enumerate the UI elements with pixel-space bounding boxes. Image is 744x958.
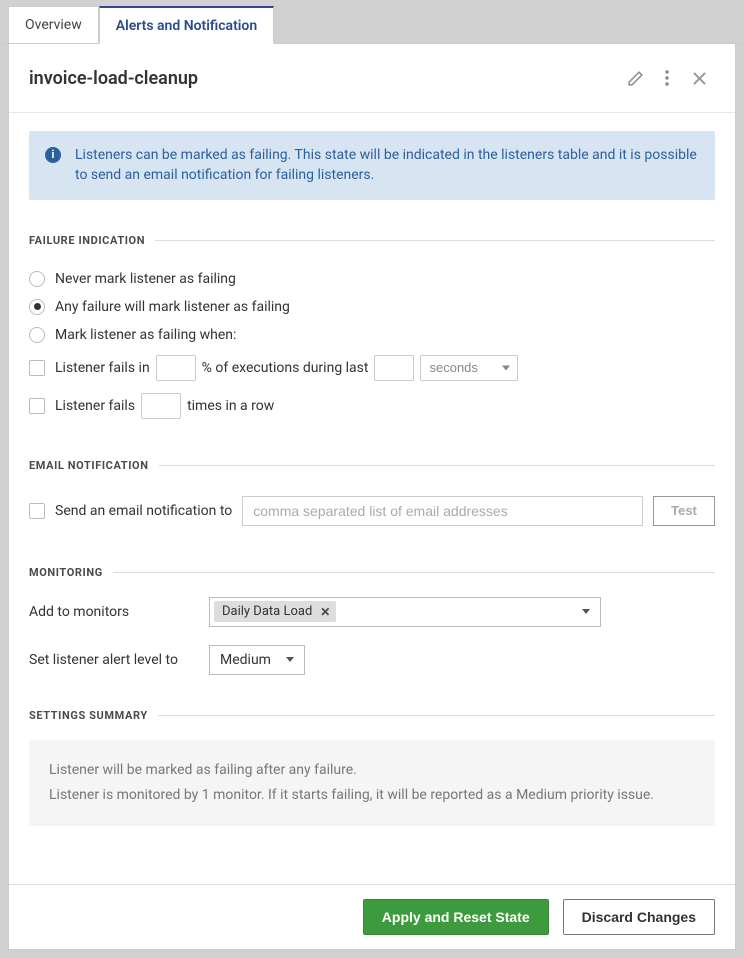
radio-never-failing[interactable] — [29, 271, 45, 287]
radio-any-failure[interactable] — [29, 299, 45, 315]
monitor-chip-label: Daily Data Load — [222, 604, 312, 619]
info-banner-text: Listeners can be marked as failing. This… — [75, 145, 699, 186]
add-monitors-label: Add to monitors — [29, 604, 201, 620]
monitor-chip: Daily Data Load ✕ — [214, 601, 336, 622]
page-title: invoice-load-cleanup — [29, 68, 619, 89]
footer: Apply and Reset State Discard Changes — [9, 884, 735, 949]
fails-row-suffix: times in a row — [187, 398, 274, 414]
edit-icon[interactable] — [619, 62, 651, 94]
radio-never-label: Never mark listener as failing — [55, 271, 236, 287]
page-header: invoice-load-cleanup — [9, 44, 735, 113]
fails-percent-mid: % of executions during last — [202, 360, 369, 376]
checkbox-send-email[interactable] — [29, 503, 45, 519]
more-icon[interactable] — [651, 62, 683, 94]
fails-percent-input[interactable] — [156, 355, 196, 381]
checkbox-fails-percent[interactable] — [29, 360, 45, 376]
apply-reset-button[interactable]: Apply and Reset State — [363, 899, 549, 935]
alert-level-label: Set listener alert level to — [29, 652, 201, 668]
tab-overview[interactable]: Overview — [8, 6, 99, 43]
tabs-bar: Overview Alerts and Notification — [0, 0, 744, 44]
section-summary-title: SETTINGS SUMMARY — [29, 709, 148, 722]
fails-duration-input[interactable] — [374, 355, 414, 381]
info-icon: i — [45, 147, 61, 163]
discard-changes-button[interactable]: Discard Changes — [563, 899, 715, 935]
section-monitoring-title: MONITORING — [29, 566, 103, 579]
divider — [113, 572, 715, 573]
close-icon[interactable] — [683, 62, 715, 94]
fails-row-count-input[interactable] — [141, 393, 181, 419]
fails-percent-prefix: Listener fails in — [55, 360, 150, 376]
alert-level-value: Medium — [220, 652, 271, 668]
section-email-title: EMAIL NOTIFICATION — [29, 459, 149, 472]
settings-summary-box: Listener will be marked as failing after… — [29, 740, 715, 826]
tab-alerts[interactable]: Alerts and Notification — [99, 6, 274, 44]
email-addresses-input[interactable] — [242, 496, 643, 526]
alert-level-select[interactable]: Medium — [209, 645, 305, 675]
radio-mark-when[interactable] — [29, 327, 45, 343]
time-unit-select[interactable]: seconds — [420, 355, 518, 381]
send-email-label: Send an email notification to — [55, 503, 232, 519]
radio-when-label: Mark listener as failing when: — [55, 327, 236, 343]
info-banner: i Listeners can be marked as failing. Th… — [29, 131, 715, 200]
section-failure-title: FAILURE INDICATION — [29, 234, 145, 247]
monitors-multiselect[interactable]: Daily Data Load ✕ — [209, 597, 601, 627]
radio-any-label: Any failure will mark listener as failin… — [55, 299, 290, 315]
test-email-button[interactable]: Test — [653, 496, 715, 526]
divider — [159, 465, 715, 466]
checkbox-fails-row[interactable] — [29, 398, 45, 414]
fails-row-prefix: Listener fails — [55, 398, 135, 414]
summary-line-1: Listener will be marked as failing after… — [49, 758, 695, 783]
monitor-chip-remove-icon[interactable]: ✕ — [320, 605, 330, 619]
divider — [158, 715, 715, 716]
summary-line-2: Listener is monitored by 1 monitor. If i… — [49, 783, 695, 808]
divider — [155, 240, 715, 241]
